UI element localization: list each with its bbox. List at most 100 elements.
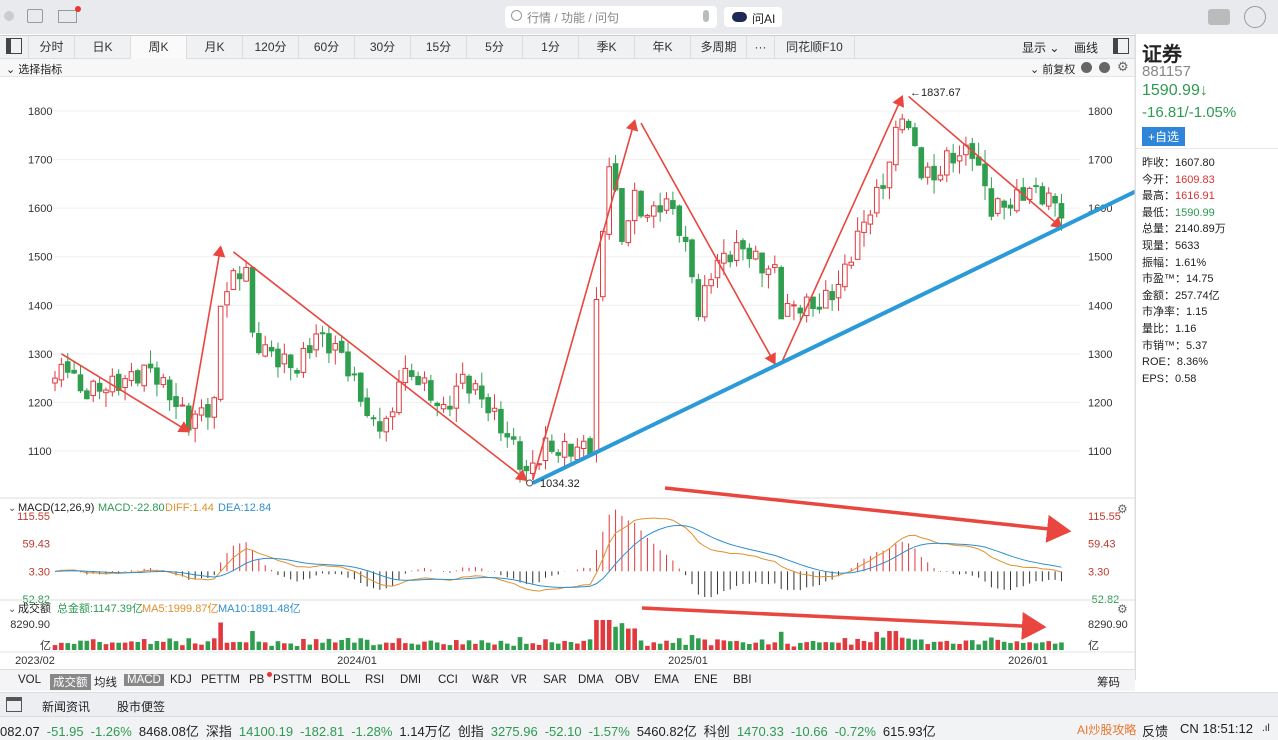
volume-bar <box>364 639 370 650</box>
volume-bar <box>492 644 497 650</box>
tab-1[interactable]: 日K <box>75 36 131 59</box>
tab-2[interactable]: 周K <box>131 36 187 59</box>
indicator-tab-8[interactable]: BOLL <box>321 674 350 686</box>
indicator-tab-17[interactable]: EMA <box>654 674 679 686</box>
indicator-tab-11[interactable]: CCI <box>438 674 458 686</box>
indicator-tab-9[interactable]: RSI <box>365 674 384 686</box>
sidebar-toggle-icon[interactable] <box>6 38 22 54</box>
indicator-tab-12[interactable]: W&R <box>472 674 499 686</box>
window-dot-icon[interactable] <box>4 11 14 21</box>
tab-6[interactable]: 30分 <box>355 36 411 59</box>
volume-bar <box>485 642 491 650</box>
window-icon[interactable] <box>6 697 22 712</box>
indicator-tab-18[interactable]: ENE <box>694 674 718 686</box>
candle-body <box>1001 200 1007 208</box>
price-axis-label-right: 1800 <box>1088 106 1112 118</box>
indicator-tab-1[interactable]: 成交额 <box>50 674 91 690</box>
tab-0[interactable]: 分时 <box>29 36 75 59</box>
adjust-dropdown[interactable]: ⌄ 前复权 <box>1030 61 1075 77</box>
price-axis-label-right: 1700 <box>1088 155 1112 167</box>
tab-4[interactable]: 120分 <box>243 36 299 59</box>
volume-bar <box>899 637 905 650</box>
candle-body <box>52 377 58 384</box>
ask-ai-button[interactable]: 问AI <box>724 7 782 27</box>
zoom-in-icon[interactable] <box>1081 62 1092 73</box>
tab-12[interactable]: 多周期 <box>691 36 747 59</box>
avatar[interactable] <box>1244 6 1266 28</box>
notes-tab[interactable]: 股市便签 <box>117 698 165 715</box>
settings-gear-icon[interactable]: ⚙ <box>1117 59 1129 75</box>
panel-toggle-icon[interactable] <box>1113 38 1129 54</box>
indicator-tab-0[interactable]: VOL <box>18 674 41 686</box>
candle-body <box>1052 195 1058 204</box>
candle-body <box>77 374 84 392</box>
indicator-tab-14[interactable]: SAR <box>543 674 567 686</box>
candle-body <box>657 205 663 213</box>
ticker-item: 深指 <box>205 724 232 739</box>
indicator-tab-2[interactable]: 均线 <box>94 674 117 690</box>
stat-value: 2140.89万 <box>1175 223 1226 236</box>
shirt-icon[interactable] <box>1208 9 1230 25</box>
candle-body <box>746 247 753 260</box>
volume-bar <box>931 641 937 650</box>
windows-icon[interactable] <box>27 9 43 23</box>
search-input[interactable]: 行情 / 功能 / 问句 <box>505 6 717 28</box>
volume-bar <box>568 641 574 650</box>
tab-5[interactable]: 60分 <box>299 36 355 59</box>
indicator-tab-5[interactable]: PETTM <box>201 674 240 686</box>
tab-10[interactable]: 季K <box>579 36 635 59</box>
volume-bar <box>434 642 440 650</box>
candle-body <box>224 291 230 306</box>
candle-body <box>994 198 1001 214</box>
mail-icon[interactable] <box>58 6 81 23</box>
volume-bar <box>696 638 701 650</box>
tab-3[interactable]: 月K <box>187 36 243 59</box>
indicator-tab-3[interactable]: MACD <box>124 674 164 686</box>
candle-body <box>816 306 823 310</box>
indicator-tab-10[interactable]: DMI <box>400 674 421 686</box>
tab-11[interactable]: 年K <box>635 36 691 59</box>
stat-row: 市盈™：14.75 <box>1142 270 1214 286</box>
indicator-tab-19[interactable]: BBI <box>733 674 752 686</box>
volume-bar <box>339 639 344 650</box>
tab-13[interactable]: ··· <box>747 36 775 59</box>
draw-line-button[interactable]: 画线 <box>1074 39 1098 56</box>
indicator-tab-4[interactable]: KDJ <box>170 674 192 686</box>
volume-divergence-arrow <box>641 606 1047 640</box>
indicator-tab-7[interactable]: PSTTM <box>273 674 312 686</box>
indicator-tab-15[interactable]: DMA <box>578 674 604 686</box>
indicator-tab-6[interactable]: PB <box>249 674 264 686</box>
ai-guide-link[interactable]: AI炒股攻略 <box>1077 721 1136 738</box>
indicator-tab-16[interactable]: OBV <box>615 674 639 686</box>
add-watchlist-button[interactable]: +自选 <box>1142 127 1186 146</box>
microphone-icon[interactable] <box>703 10 709 22</box>
tab-7[interactable]: 15分 <box>411 36 467 59</box>
candle-body <box>752 250 759 260</box>
candle-body <box>205 404 211 418</box>
indicator-tab-13[interactable]: VR <box>511 674 527 686</box>
stat-value: 1616.91 <box>1175 190 1215 203</box>
volume-bar <box>715 639 720 650</box>
volume-bar <box>441 644 446 650</box>
candle-body <box>154 367 160 385</box>
price-axis-label-left: 1400 <box>28 300 52 312</box>
candle-body <box>555 452 562 456</box>
chips-tab[interactable]: 筹码 <box>1097 674 1120 690</box>
volume-bar <box>772 642 778 650</box>
volume-bar <box>511 645 516 650</box>
tab-9[interactable]: 1分 <box>523 36 579 59</box>
stat-row: 市销™：5.37 <box>1142 337 1207 353</box>
display-menu[interactable]: 显示 ⌄ <box>1022 39 1059 56</box>
feedback-button[interactable]: 反馈 <box>1142 721 1168 740</box>
select-indicator-dropdown[interactable]: ⌄ 选择指标 <box>6 61 62 77</box>
tab-14[interactable]: 同花顺F10 <box>775 36 855 59</box>
volume-bar <box>995 639 1001 650</box>
volume-bar <box>307 644 313 650</box>
volume-bar <box>638 640 644 650</box>
kline-chart[interactable]: 1800180017001700160016001500150014001400… <box>0 34 1278 669</box>
candle-body <box>466 375 472 394</box>
news-tab[interactable]: 新闻资讯 <box>42 698 90 715</box>
candle-body <box>160 377 167 386</box>
tab-8[interactable]: 5分 <box>467 36 523 59</box>
zoom-out-icon[interactable] <box>1099 62 1110 73</box>
